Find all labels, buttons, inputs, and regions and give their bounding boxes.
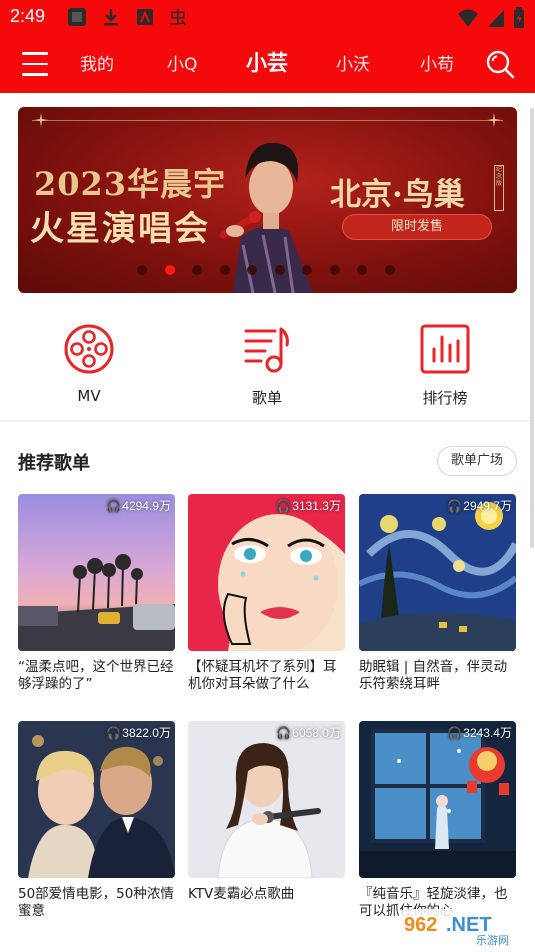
watermark-number: 962 xyxy=(404,914,437,936)
status-notification-icons: 虫 xyxy=(66,6,190,28)
status-bar: 2:49 虫 xyxy=(0,0,535,36)
banner-venue-tag: 纪念版 xyxy=(494,165,504,211)
headphones-icon: 🎧 xyxy=(106,498,122,513)
banner-dot[interactable] xyxy=(219,265,230,275)
playlist-cover: 🎧 3243.4万 xyxy=(359,721,516,878)
banner-frame-line xyxy=(32,120,503,121)
playlist-card[interactable]: 🎧 3131.3万 【怀疑耳机坏了系列】耳机你对耳朵做了什么 xyxy=(188,494,345,693)
headphones-icon: 🎧 xyxy=(447,498,463,513)
playlist-cover: 🎧 3131.3万 xyxy=(188,494,345,651)
svg-text:虫: 虫 xyxy=(169,8,187,28)
menu-icon[interactable] xyxy=(22,52,48,76)
playlist-title: 助眠辑 | 自然音，伴灵动乐符萦绕耳畔 xyxy=(359,659,508,692)
concert-banner[interactable]: 2023华晨宇 火星演唱会 北京·鸟巢 纪念版 限时发售 xyxy=(18,107,517,293)
playlist-title: 50部爱情电影，50种浓情蜜意 xyxy=(18,886,174,919)
entry-mv-label: MV xyxy=(77,387,101,405)
playlist-card[interactable]: 🎧 3822.0万 50部爱情电影，50种浓情蜜意 xyxy=(18,721,175,920)
play-count: 🎧 3243.4万 xyxy=(447,724,512,741)
search-icon[interactable] xyxy=(485,49,515,79)
wifi-icon xyxy=(458,9,478,27)
starry-night-image xyxy=(359,494,516,651)
section-title: 推荐歌单 xyxy=(18,453,90,474)
movie-couple-image xyxy=(18,721,175,878)
play-count-value: 4294.9万 xyxy=(122,499,171,513)
tab-xiaowo[interactable]: 小沃 xyxy=(336,50,370,75)
play-count-value: 6058.0万 xyxy=(292,726,341,740)
play-count: 🎧 2949.7万 xyxy=(447,497,512,514)
playlist-cover: 🎧 4294.9万 xyxy=(18,494,175,651)
banner-title-line2: 火星演唱会 xyxy=(30,209,210,249)
entry-playlist-label: 歌单 xyxy=(251,389,282,407)
play-count: 🎧 3822.0万 xyxy=(106,724,171,741)
app-notification-icon xyxy=(68,8,86,26)
watermark-site: 乐游网 xyxy=(476,934,509,947)
playlist-cover: 🎧 6058.0万 xyxy=(188,721,345,878)
headphones-icon: 🎧 xyxy=(447,725,463,740)
status-time: 2:49 xyxy=(10,6,46,26)
playlist-card[interactable]: 🎧 6058.0万 KTV麦霸必点歌曲 xyxy=(188,721,345,920)
banner-dot[interactable] xyxy=(302,265,312,275)
banner-dot[interactable] xyxy=(274,265,285,275)
play-count-value: 2949.7万 xyxy=(463,499,512,513)
pop-art-woman-image xyxy=(188,494,345,651)
tab-xiaoyun[interactable]: 小芸 xyxy=(246,47,288,77)
play-count: 🎧 4294.9万 xyxy=(106,497,171,514)
section-divider xyxy=(0,420,535,422)
banner-dot[interactable] xyxy=(357,265,367,275)
banner-dot[interactable] xyxy=(247,265,257,275)
banner-dot[interactable] xyxy=(329,265,340,275)
anime-window-image xyxy=(359,721,516,878)
entry-chart[interactable]: 排行榜 xyxy=(400,323,490,408)
playlist-title: “温柔点吧，这个世界已经够浮躁的了” xyxy=(18,659,174,692)
bug-icon: 虫 xyxy=(169,8,187,28)
banner-dot[interactable] xyxy=(384,265,395,275)
play-count-value: 3131.3万 xyxy=(292,499,341,513)
playlist-card[interactable]: 🎧 4294.9万 “温柔点吧，这个世界已经够浮躁的了” xyxy=(18,494,175,693)
playlist-cover: 🎧 3822.0万 xyxy=(18,721,175,878)
entry-playlist[interactable]: 歌单 xyxy=(222,323,312,408)
battery-icon xyxy=(514,7,524,28)
entry-chart-label: 排行榜 xyxy=(422,389,468,407)
watermark-domain: .NET xyxy=(446,914,492,936)
signal-icon xyxy=(488,10,504,27)
banner-pagination xyxy=(18,265,517,277)
download-icon xyxy=(104,9,118,26)
banner-dot[interactable] xyxy=(137,265,147,275)
limited-sale-button[interactable]: 限时发售 xyxy=(342,214,492,240)
entry-mv[interactable]: MV xyxy=(44,323,134,405)
playlist-icon xyxy=(244,327,289,373)
playlist-title: KTV麦霸必点歌曲 xyxy=(188,886,295,902)
sparkle-icon xyxy=(34,113,48,127)
film-reel-icon xyxy=(64,324,114,374)
status-system-icons xyxy=(457,7,525,29)
bar-chart-icon xyxy=(420,324,470,374)
banner-dot[interactable] xyxy=(164,265,175,275)
tab-xiaogou[interactable]: 小苟 xyxy=(420,50,454,75)
tab-xiaoq[interactable]: 小Q xyxy=(167,50,197,75)
banner-dot[interactable] xyxy=(192,265,202,275)
playlist-cover: 🎧 2949.7万 xyxy=(359,494,516,651)
tab-mine[interactable]: 我的 xyxy=(80,50,114,75)
sparkle-icon xyxy=(487,113,501,127)
headphones-icon: 🎧 xyxy=(106,725,122,740)
scrollbar[interactable] xyxy=(530,108,534,548)
playlist-title: 【怀疑耳机坏了系列】耳机你对耳朵做了什么 xyxy=(188,659,337,692)
play-count: 🎧 3131.3万 xyxy=(276,497,341,514)
a-notification-icon xyxy=(137,9,153,25)
play-count-value: 3243.4万 xyxy=(463,726,512,740)
playlist-plaza-button[interactable]: 歌单广场 xyxy=(437,446,517,476)
playlist-card[interactable]: 🎧3243.4万 『纯音乐』轻旋淡律，也可以抓住你的心 xyxy=(359,721,516,920)
play-count: 🎧 6058.0万 xyxy=(276,724,341,741)
playlist-card[interactable]: 🎧 2949.7万 助眠辑 | 自然音，伴灵动乐符萦绕耳畔 xyxy=(359,494,516,693)
sunset-street-image xyxy=(18,494,175,651)
headphones-icon: 🎧 xyxy=(276,725,292,740)
top-nav: 我的 小Q 小芸 小沃 小苟 xyxy=(0,36,535,93)
play-count-value: 3822.0万 xyxy=(122,726,171,740)
headphones-icon: 🎧 xyxy=(276,498,292,513)
singer-mic-image xyxy=(188,721,345,878)
watermark-logo: 962 .NET 乐游网 xyxy=(400,909,526,947)
banner-venue: 北京·鸟巢 xyxy=(330,177,465,213)
